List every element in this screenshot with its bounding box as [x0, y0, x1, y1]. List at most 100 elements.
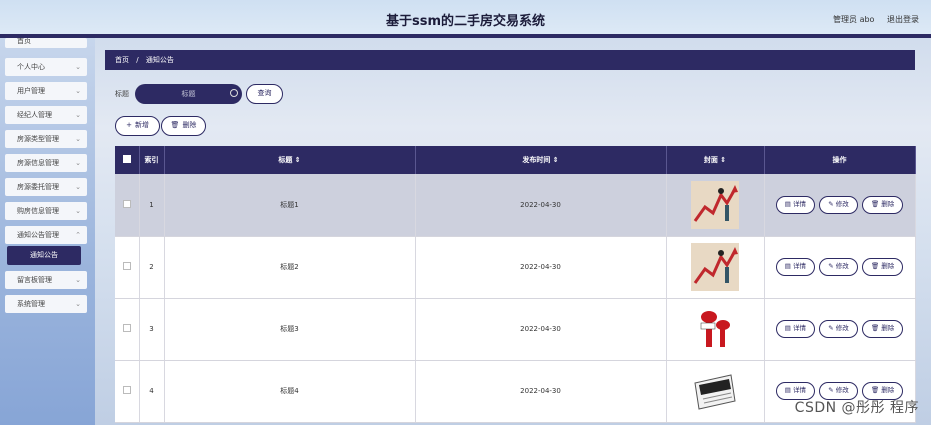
logout-link[interactable]: 退出登录	[887, 15, 919, 24]
sidebar-item-label: 个人中心	[17, 63, 45, 71]
column-header-cover[interactable]: 封面 ⇕	[666, 146, 765, 174]
sidebar-item-label: 房源类型管理	[17, 135, 59, 143]
row-cover	[666, 236, 765, 299]
sidebar-item-notice-mgmt[interactable]: 通知公告管理 ⌃	[5, 226, 87, 244]
chevron-down-icon: ⌄	[75, 87, 81, 95]
sidebar-item-profile[interactable]: 个人中心 ⌄	[5, 58, 87, 76]
row-index: 2	[139, 236, 165, 299]
sidebar-item-label: 经纪人管理	[17, 111, 52, 119]
sidebar-subitem-label: 通知公告	[30, 251, 58, 259]
sidebar-item-home[interactable]: 首页	[5, 38, 87, 48]
row-title: 标题4	[164, 360, 416, 423]
chevron-up-icon: ⌃	[75, 231, 81, 239]
search-label: 标题	[115, 90, 129, 98]
row-index: 3	[139, 298, 165, 361]
row-date: 2022-04-30	[415, 360, 667, 423]
chart-arrow-image	[691, 243, 739, 291]
top-bar: 基于ssm的二手房交易系统 管理员 abo 退出登录	[0, 0, 931, 38]
chevron-down-icon: ⌄	[75, 207, 81, 215]
row-cover	[666, 174, 765, 237]
row-actions: ▤ 详情 ✎ 修改 🗑 删除	[764, 174, 916, 237]
row-date: 2022-04-30	[415, 298, 667, 361]
row-checkbox[interactable]	[122, 324, 131, 332]
sidebar-item-users[interactable]: 用户管理 ⌄	[5, 82, 87, 100]
row-title: 标题3	[164, 298, 416, 361]
notice-table: 索引 标题 ⇕ 发布时间 ⇕ 封面 ⇕ 操作 1 标题1 2022-04-30	[115, 146, 916, 423]
table-row[interactable]: 3 标题3 2022-04-30 ▤ 详情 ✎ 修改 🗑 删除	[115, 298, 916, 361]
delete-button[interactable]: 🗑 删除	[861, 258, 904, 276]
sidebar-item-label: 购房信息管理	[17, 207, 59, 215]
edit-button[interactable]: ✎ 修改	[819, 258, 858, 276]
sidebar-item-house-info[interactable]: 房源信息管理 ⌄	[5, 154, 87, 172]
sidebar-item-label: 通知公告管理	[17, 231, 59, 239]
table-row[interactable]: 1 标题1 2022-04-30 ▤ 详情 ✎ 修改 🗑 删除	[115, 174, 916, 237]
news-paper-image	[691, 367, 739, 415]
sidebar-item-agents[interactable]: 经纪人管理 ⌄	[5, 106, 87, 124]
batch-delete-label: 删除	[182, 121, 197, 129]
column-header-title[interactable]: 标题 ⇕	[164, 146, 416, 174]
trash-icon: 🗑	[170, 121, 180, 129]
row-index: 4	[139, 360, 165, 423]
batch-delete-button[interactable]: 🗑 删除	[161, 116, 206, 136]
row-date: 2022-04-30	[415, 174, 667, 237]
breadcrumb-separator: /	[136, 56, 139, 64]
sidebar-item-message-board[interactable]: 留言板管理 ⌄	[5, 271, 87, 289]
row-cover	[666, 298, 765, 361]
sidebar-item-label: 首页	[17, 38, 31, 45]
table-header-row: 索引 标题 ⇕ 发布时间 ⇕ 封面 ⇕ 操作	[115, 146, 916, 174]
chevron-down-icon: ⌄	[75, 183, 81, 191]
edit-button[interactable]: ✎ 修改	[819, 320, 858, 338]
breadcrumb: 首页 / 通知公告	[105, 50, 915, 70]
search-input[interactable]	[135, 84, 242, 104]
delete-button[interactable]: 🗑 删除	[861, 195, 904, 214]
row-title: 标题1	[164, 174, 416, 237]
sidebar-item-label: 留言板管理	[17, 276, 52, 284]
chevron-down-icon: ⌄	[75, 276, 81, 284]
sidebar-item-purchase[interactable]: 购房信息管理 ⌄	[5, 202, 87, 220]
add-button[interactable]: + 新增	[115, 116, 160, 136]
detail-button[interactable]: ▤ 详情	[775, 320, 815, 338]
chevron-down-icon: ⌄	[75, 159, 81, 167]
detail-button[interactable]: ▤ 详情	[775, 258, 815, 276]
add-button-label: 新增	[134, 121, 149, 129]
chevron-down-icon: ⌄	[75, 63, 81, 71]
sidebar-item-house-types[interactable]: 房源类型管理 ⌄	[5, 130, 87, 148]
main-content: 首页 / 通知公告 标题 查询 +新增 🗑删除 索引 标题 ⇕ 发布时间 ⇕	[105, 50, 916, 425]
sidebar-item-label: 用户管理	[17, 87, 45, 95]
row-checkbox[interactable]	[122, 386, 131, 394]
chevron-down-icon: ⌄	[75, 300, 81, 308]
row-checkbox[interactable]	[122, 262, 131, 270]
table-row[interactable]: 2 标题2 2022-04-30 ▤ 详情 ✎ 修改 🗑 删除	[115, 236, 916, 299]
select-all-checkbox[interactable]	[122, 155, 131, 163]
row-index: 1	[139, 174, 165, 237]
select-all-header[interactable]	[115, 146, 140, 174]
sidebar: 首页 个人中心 ⌄ 用户管理 ⌄ 经纪人管理 ⌄ 房源类型管理 ⌄ 房源信息管理…	[0, 38, 95, 425]
chart-arrow-image	[691, 180, 739, 229]
breadcrumb-current: 通知公告	[145, 56, 174, 64]
watermark: CSDN @彤彤 程序	[794, 400, 919, 416]
breadcrumb-home[interactable]: 首页	[115, 56, 129, 64]
plus-icon: +	[126, 121, 132, 129]
detail-button[interactable]: ▤ 详情	[775, 195, 815, 214]
chevron-down-icon: ⌄	[75, 135, 81, 143]
user-area: 管理员 abo 退出登录	[823, 14, 919, 25]
column-header-actions: 操作	[764, 146, 916, 174]
edit-button[interactable]: ✎ 修改	[819, 195, 858, 214]
row-actions: ▤ 详情 ✎ 修改 🗑 删除	[764, 298, 916, 361]
query-button[interactable]: 查询	[246, 84, 283, 104]
microphones-image	[691, 305, 739, 353]
row-cover	[666, 360, 765, 423]
row-actions: ▤ 详情 ✎ 修改 🗑 删除	[764, 236, 916, 299]
column-header-index: 索引	[139, 146, 165, 174]
column-header-date[interactable]: 发布时间 ⇕	[415, 146, 667, 174]
delete-button[interactable]: 🗑 删除	[861, 320, 904, 338]
row-checkbox[interactable]	[122, 199, 131, 208]
sidebar-item-house-entrust[interactable]: 房源委托管理 ⌄	[5, 178, 87, 196]
sidebar-subitem-notice[interactable]: 通知公告	[7, 246, 81, 265]
row-date: 2022-04-30	[415, 236, 667, 299]
chevron-down-icon: ⌄	[75, 111, 81, 119]
sidebar-item-label: 系统管理	[17, 300, 45, 308]
app-title: 基于ssm的二手房交易系统	[385, 14, 546, 29]
sidebar-item-system[interactable]: 系统管理 ⌄	[5, 295, 87, 313]
row-title: 标题2	[164, 236, 416, 299]
